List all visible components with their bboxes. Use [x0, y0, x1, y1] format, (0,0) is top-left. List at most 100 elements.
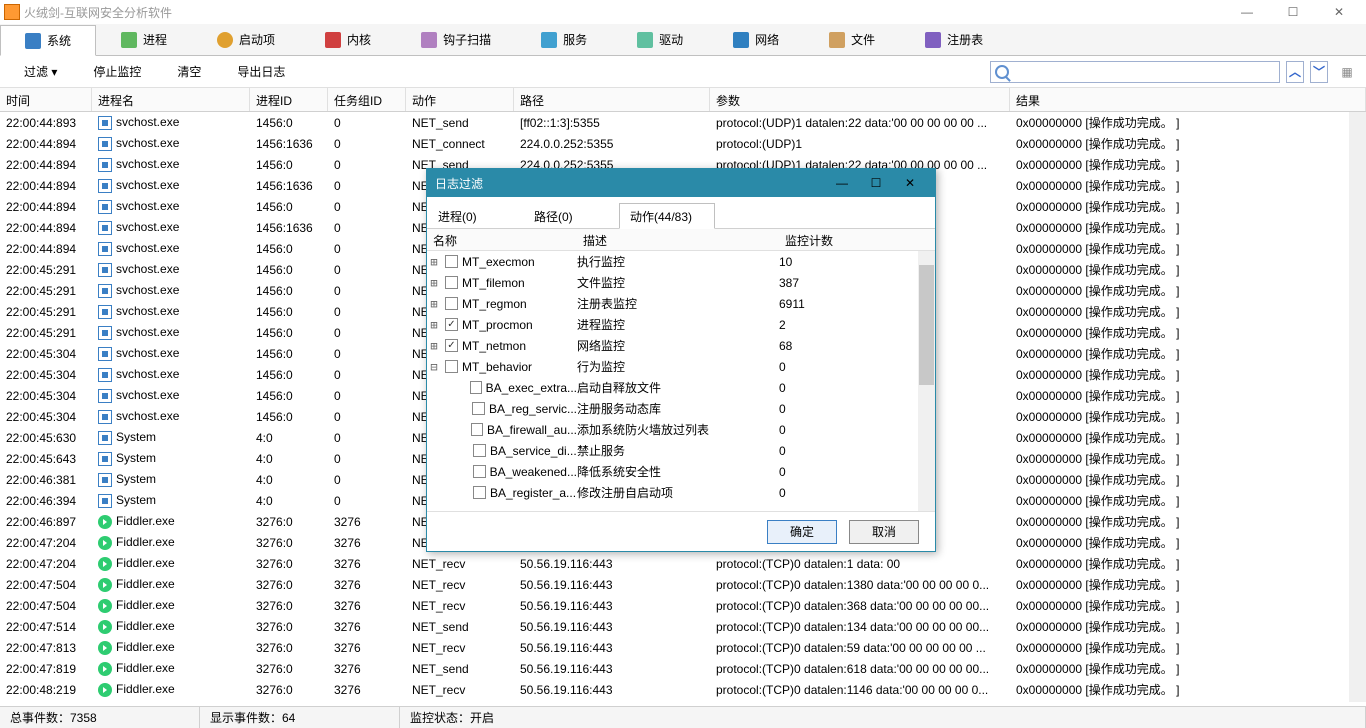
tree-toggle-icon[interactable]: ⊞ — [427, 339, 441, 353]
checkbox[interactable] — [471, 423, 483, 436]
scrollbar-thumb[interactable] — [919, 265, 934, 385]
clear-button[interactable]: 清空 — [161, 59, 217, 84]
filter-row[interactable]: ⊞MT_regmon注册表监控6911 — [427, 293, 935, 314]
col-result[interactable]: 结果 — [1010, 88, 1366, 111]
checkbox[interactable] — [473, 444, 486, 457]
table-row[interactable]: 22:00:58:251360se.exe2908:02908NET_send1… — [0, 700, 1366, 702]
table-row[interactable]: 22:00:47:514Fiddler.exe3276:03276NET_sen… — [0, 616, 1366, 637]
filter-row[interactable]: ⊟MT_behavior行为监控0 — [427, 356, 935, 377]
cell-action: NET_recv — [406, 641, 514, 655]
dialog-tab[interactable]: 路径(0) — [523, 203, 619, 228]
filter-row[interactable]: BA_reg_servic...注册服务动态库0 — [427, 398, 935, 419]
dcol-count[interactable]: 监控计数 — [779, 229, 899, 250]
table-row[interactable]: 22:00:47:819Fiddler.exe3276:03276NET_sen… — [0, 658, 1366, 679]
dialog-maximize-button[interactable]: ☐ — [859, 172, 893, 194]
checkbox[interactable] — [445, 255, 458, 268]
cell-result: 0x00000000 [操作成功完成。 ] — [1010, 135, 1366, 152]
ok-button[interactable]: 确定 — [767, 520, 837, 544]
filter-row[interactable]: ⊞✓MT_netmon网络监控68 — [427, 335, 935, 356]
col-process[interactable]: 进程名 — [92, 88, 250, 111]
tab-驱动[interactable]: 驱动 — [612, 24, 708, 55]
table-row[interactable]: 22:00:44:893svchost.exe1456:00NET_send[f… — [0, 112, 1366, 133]
tab-进程[interactable]: 进程 — [96, 24, 192, 55]
table-row[interactable]: 22:00:44:894svchost.exe1456:16360NET_con… — [0, 133, 1366, 154]
col-param[interactable]: 参数 — [710, 88, 1010, 111]
search-input[interactable] — [990, 61, 1280, 83]
checkbox[interactable] — [470, 381, 482, 394]
checkbox[interactable] — [445, 360, 458, 373]
cell-path: 50.56.19.116:443 — [514, 557, 710, 571]
cell-pid: 1456:1636 — [250, 137, 328, 151]
col-path[interactable]: 路径 — [514, 88, 710, 111]
tree-toggle-icon[interactable]: ⊞ — [427, 297, 441, 311]
filter-row[interactable]: BA_exec_extra...启动自释放文件0 — [427, 377, 935, 398]
icon-hook — [421, 32, 437, 48]
checkbox[interactable] — [445, 297, 458, 310]
tab-启动项[interactable]: 启动项 — [192, 24, 300, 55]
checkbox[interactable] — [445, 276, 458, 289]
dcol-name[interactable]: 名称 — [427, 229, 577, 250]
filter-row[interactable]: ⊞✓MT_procmon进程监控2 — [427, 314, 935, 335]
table-row[interactable]: 22:00:48:219Fiddler.exe3276:03276NET_rec… — [0, 679, 1366, 700]
close-button[interactable]: ✕ — [1316, 0, 1362, 24]
cell-result: 0x00000000 [操作成功完成。 ] — [1010, 618, 1366, 635]
export-log-button[interactable]: 导出日志 — [221, 59, 301, 84]
dialog-tab[interactable]: 动作(44/83) — [619, 203, 715, 229]
dcol-desc[interactable]: 描述 — [577, 229, 779, 250]
dialog-tab[interactable]: 进程(0) — [427, 203, 523, 228]
col-time[interactable]: 时间 — [0, 88, 92, 111]
tab-系统[interactable]: 系统 — [0, 25, 96, 56]
maximize-button[interactable]: ☐ — [1270, 0, 1316, 24]
cell-task: 0 — [328, 242, 406, 256]
tab-服务[interactable]: 服务 — [516, 24, 612, 55]
tab-网络[interactable]: 网络 — [708, 24, 804, 55]
col-task[interactable]: 任务组ID — [328, 88, 406, 111]
cell-task: 0 — [328, 410, 406, 424]
tree-toggle-icon[interactable]: ⊞ — [427, 318, 441, 332]
col-pid[interactable]: 进程ID — [250, 88, 328, 111]
search-prev-button[interactable]: ︿ — [1286, 61, 1304, 83]
tab-文件[interactable]: 文件 — [804, 24, 900, 55]
dialog-minimize-button[interactable]: — — [825, 172, 859, 194]
tab-钩子扫描[interactable]: 钩子扫描 — [396, 24, 516, 55]
tree-toggle-icon[interactable]: ⊞ — [427, 255, 441, 269]
cell-process: Fiddler.exe — [92, 556, 250, 571]
filter-row[interactable]: BA_firewall_au...添加系统防火墙放过列表0 — [427, 419, 935, 440]
process-icon — [98, 620, 112, 634]
checkbox[interactable] — [473, 486, 486, 499]
dialog-titlebar[interactable]: 日志过滤 — ☐ ✕ — [427, 169, 935, 197]
filter-row[interactable]: BA_register_a...修改注册自启动项0 — [427, 482, 935, 503]
stop-monitor-button[interactable]: 停止监控 — [77, 59, 157, 84]
tab-内核[interactable]: 内核 — [300, 24, 396, 55]
tab-注册表[interactable]: 注册表 — [900, 24, 1008, 55]
dialog-close-button[interactable]: ✕ — [893, 172, 927, 194]
checkbox[interactable]: ✓ — [445, 339, 458, 352]
filter-name: ⊞✓MT_procmon — [427, 318, 577, 332]
vertical-scrollbar[interactable] — [1349, 112, 1366, 702]
table-row[interactable]: 22:00:47:204Fiddler.exe3276:03276NET_rec… — [0, 553, 1366, 574]
grid-view-button[interactable]: ▦ — [1336, 61, 1358, 83]
tree-toggle-icon[interactable]: ⊟ — [427, 360, 441, 374]
dialog-scrollbar[interactable] — [918, 251, 935, 511]
filter-row[interactable]: ⊞MT_execmon执行监控10 — [427, 251, 935, 272]
cell-time: 22:00:45:643 — [0, 452, 92, 466]
filter-button[interactable]: 过滤 ▾ — [8, 59, 73, 84]
log-filter-dialog: 日志过滤 — ☐ ✕ 进程(0)路径(0)动作(44/83) 名称 描述 监控计… — [426, 168, 936, 552]
filter-row[interactable]: BA_weakened...降低系统安全性0 — [427, 461, 935, 482]
cell-action: NET_send — [406, 662, 514, 676]
col-action[interactable]: 动作 — [406, 88, 514, 111]
filter-row[interactable]: ⊞MT_filemon文件监控387 — [427, 272, 935, 293]
checkbox[interactable] — [473, 465, 486, 478]
process-icon — [98, 284, 112, 298]
tree-toggle-icon[interactable]: ⊞ — [427, 276, 441, 290]
cancel-button[interactable]: 取消 — [849, 520, 919, 544]
minimize-button[interactable]: — — [1224, 0, 1270, 24]
checkbox[interactable]: ✓ — [445, 318, 458, 331]
checkbox[interactable] — [472, 402, 485, 415]
filter-row[interactable]: BA_service_di...禁止服务0 — [427, 440, 935, 461]
table-row[interactable]: 22:00:47:813Fiddler.exe3276:03276NET_rec… — [0, 637, 1366, 658]
cell-pid: 1456:0 — [250, 326, 328, 340]
table-row[interactable]: 22:00:47:504Fiddler.exe3276:03276NET_rec… — [0, 595, 1366, 616]
table-row[interactable]: 22:00:47:504Fiddler.exe3276:03276NET_rec… — [0, 574, 1366, 595]
search-next-button[interactable]: ﹀ — [1310, 61, 1328, 83]
